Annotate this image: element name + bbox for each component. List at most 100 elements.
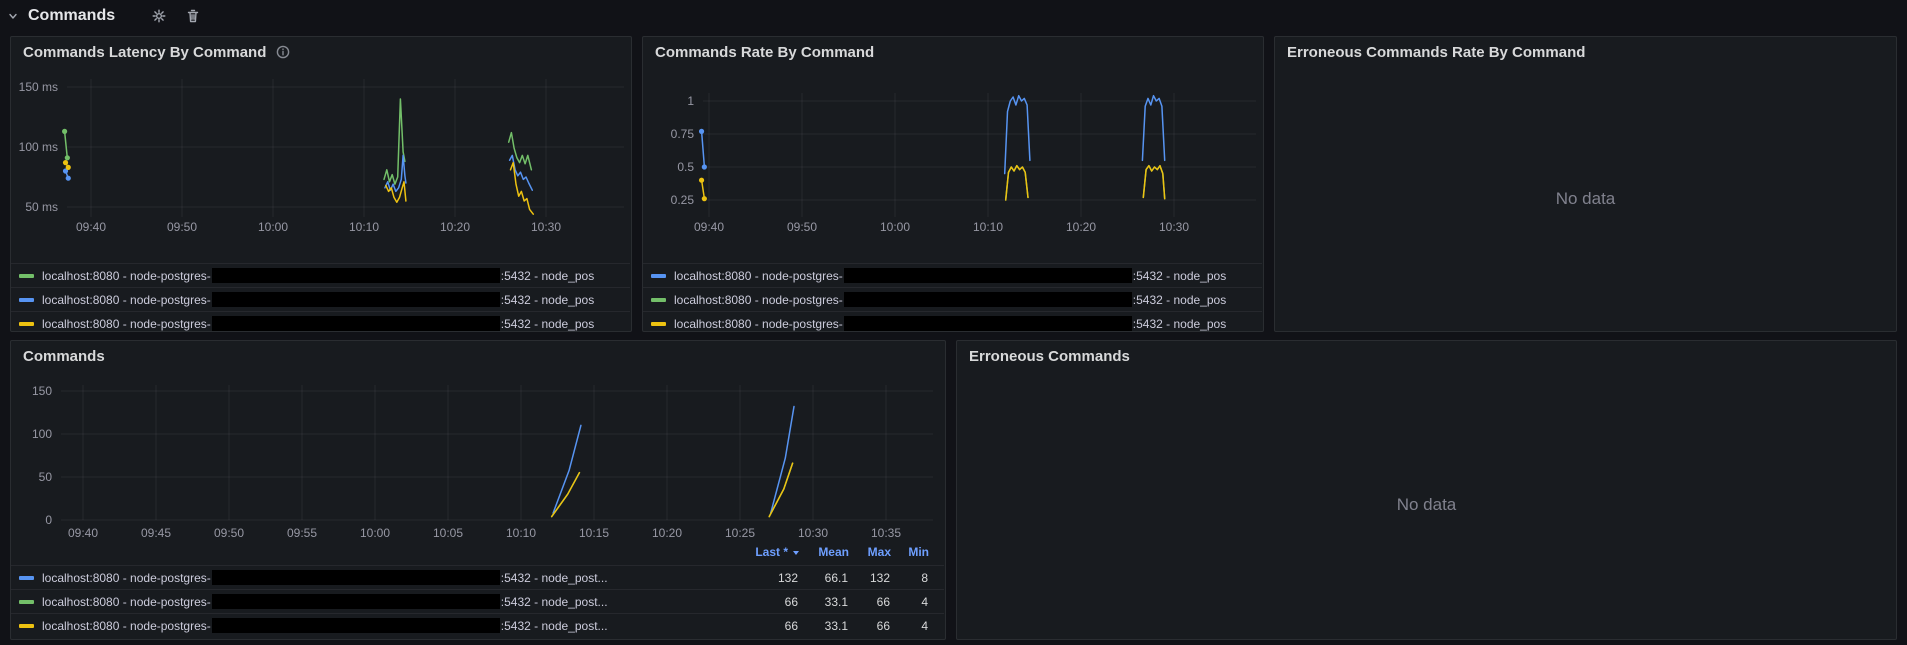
- legend-label-prefix: localhost:8080 - node-postgres-: [42, 292, 211, 307]
- redacted-text: [211, 316, 500, 331]
- redacted-text: [211, 594, 500, 609]
- svg-text:09:40: 09:40: [76, 220, 106, 234]
- redacted-text: [843, 268, 1132, 283]
- stat-min: 4: [921, 594, 928, 609]
- legend: localhost:8080 - node-postgres- :5432 - n…: [11, 565, 944, 637]
- svg-text:10:00: 10:00: [360, 526, 390, 540]
- legend-label-prefix: localhost:8080 - node-postgres-: [42, 618, 211, 633]
- stat-mean: 33.1: [824, 618, 848, 633]
- svg-text:10:20: 10:20: [440, 220, 470, 234]
- series-color-dash: [651, 321, 666, 326]
- legend-item[interactable]: localhost:8080 - node-postgres-:5432 - n…: [643, 263, 1262, 287]
- svg-text:150 ms: 150 ms: [19, 80, 58, 94]
- series-color-dash: [651, 297, 666, 302]
- column-header-min[interactable]: Min: [891, 545, 929, 559]
- svg-text:10:10: 10:10: [506, 526, 536, 540]
- legend-stats: 132 66.1 132 8: [734, 571, 936, 585]
- column-header-last[interactable]: Last *: [735, 545, 799, 559]
- legend-item[interactable]: localhost:8080 - node-postgres- :5432 - n…: [643, 311, 1262, 335]
- stat-mean: 66.1: [824, 570, 848, 585]
- trash-icon[interactable]: [185, 8, 201, 24]
- legend-label-suffix: :5432 - node_pos: [500, 316, 595, 331]
- column-header-mean[interactable]: Mean: [799, 545, 849, 559]
- legend-item[interactable]: localhost:8080 - node-postgres-:5432 - n…: [11, 613, 944, 637]
- panel-title[interactable]: Commands Latency By Command: [11, 37, 631, 67]
- latency-chart[interactable]: 09:40 09:50 10:00 10:10 10:20 10:30 150 ms 100 …: [11, 37, 633, 247]
- svg-text:10:00: 10:00: [880, 220, 910, 234]
- legend: localhost:8080 - node-postgres- :5432 - n…: [643, 263, 1262, 335]
- legend-label-prefix: localhost:8080 - node-postgres-: [42, 594, 211, 609]
- legend-label-suffix: :5432 - node_pos: [1132, 292, 1227, 307]
- svg-text:10:25: 10:25: [725, 526, 755, 540]
- legend-label-prefix: localhost:8080 - node-postgres-: [674, 316, 843, 331]
- legend-label-suffix: :5432 - node_post...: [500, 570, 608, 585]
- svg-text:10:20: 10:20: [652, 526, 682, 540]
- info-circle-icon[interactable]: [276, 45, 290, 59]
- legend-stats: 66 33.1 66 4: [734, 595, 936, 609]
- dashboard-row-header[interactable]: Commands: [6, 2, 201, 30]
- legend-label-prefix: localhost:8080 - node-postgres-: [42, 316, 211, 331]
- panel-commands-latency: Commands Latency By Command 09:40 09:50 10…: [10, 36, 632, 332]
- redacted-text: [211, 268, 500, 283]
- svg-text:09:50: 09:50: [167, 220, 197, 234]
- panel-title[interactable]: Commands: [11, 341, 945, 371]
- svg-text:09:40: 09:40: [694, 220, 724, 234]
- chevron-down-icon[interactable]: [6, 9, 20, 23]
- panel-title[interactable]: Erroneous Commands: [957, 341, 1896, 371]
- series-color-dash: [19, 575, 34, 580]
- redacted-text: [211, 570, 500, 585]
- rate-chart[interactable]: 09:40 09:50 10:00 10:10 10:20 10:30 1 0.75 0.5 0.…: [643, 37, 1265, 247]
- legend-label-suffix: :5432 - node_pos: [1132, 316, 1227, 331]
- svg-text:10:35: 10:35: [871, 526, 901, 540]
- svg-text:100: 100: [32, 427, 52, 441]
- series-color-dash: [19, 321, 34, 326]
- legend-label-prefix: localhost:8080 - node-postgres-: [674, 268, 843, 283]
- svg-text:150: 150: [32, 384, 52, 398]
- legend-item[interactable]: localhost:8080 - node-postgres- :5432 - n…: [11, 311, 630, 335]
- redacted-text: [211, 618, 500, 633]
- stat-max: 132: [869, 570, 890, 585]
- svg-text:10:15: 10:15: [579, 526, 609, 540]
- commands-chart[interactable]: 09:40 09:45 09:50 09:55 10:00 10:05 10:10 10:15…: [11, 341, 947, 547]
- no-data-message: No data: [1396, 495, 1457, 514]
- legend-label-prefix: localhost:8080 - node-postgres-: [42, 268, 211, 283]
- panel-title[interactable]: Commands Rate By Command: [643, 37, 1263, 67]
- svg-text:10:10: 10:10: [973, 220, 1003, 234]
- series-color-dash: [19, 297, 34, 302]
- svg-text:50: 50: [39, 470, 53, 484]
- legend-label-prefix: localhost:8080 - node-postgres-: [42, 570, 211, 585]
- redacted-text: [211, 292, 500, 307]
- svg-text:09:40: 09:40: [68, 526, 98, 540]
- svg-text:10:20: 10:20: [1066, 220, 1096, 234]
- series-color-dash: [19, 599, 34, 604]
- svg-text:100 ms: 100 ms: [19, 140, 58, 154]
- legend-item[interactable]: localhost:8080 - node-postgres-:5432 - n…: [11, 287, 630, 311]
- legend-item[interactable]: localhost:8080 - node-postgres- :5432 - n…: [11, 565, 944, 589]
- svg-text:10:00: 10:00: [258, 220, 288, 234]
- panel-commands-rate: Commands Rate By Command 09:40 09:50 10:00…: [642, 36, 1264, 332]
- legend-label-suffix: :5432 - node_post...: [500, 594, 608, 609]
- svg-text:09:50: 09:50: [787, 220, 817, 234]
- row-title[interactable]: Commands: [28, 7, 115, 25]
- svg-text:1: 1: [687, 94, 694, 108]
- stat-last: 66: [784, 594, 798, 609]
- stat-min: 8: [921, 570, 928, 585]
- legend-item[interactable]: localhost:8080 - node-postgres- :5432 - n…: [11, 589, 944, 613]
- grafana-dashboard: Commands Commands Latency By Command 09:…: [0, 0, 1907, 645]
- stat-max: 66: [876, 618, 890, 633]
- legend-table-header: Last * Mean Max Min: [735, 545, 929, 559]
- redacted-text: [843, 292, 1132, 307]
- legend-label-prefix: localhost:8080 - node-postgres-: [674, 292, 843, 307]
- redacted-text: [843, 316, 1132, 331]
- panel-title[interactable]: Erroneous Commands Rate By Command: [1275, 37, 1896, 67]
- legend-item[interactable]: localhost:8080 - node-postgres- :5432 - n…: [643, 287, 1262, 311]
- svg-text:09:50: 09:50: [214, 526, 244, 540]
- panel-commands: Commands 09:40 09:45 09:50 09:55 10:00 10:05 1…: [10, 340, 946, 640]
- legend-item[interactable]: localhost:8080 - node-postgres-:5432 - n…: [11, 263, 630, 287]
- stat-last: 132: [777, 570, 798, 585]
- svg-text:10:30: 10:30: [531, 220, 561, 234]
- legend: localhost:8080 - node-postgres- :5432 - n…: [11, 263, 630, 335]
- column-header-max[interactable]: Max: [849, 545, 891, 559]
- stat-last: 66: [784, 618, 798, 633]
- gear-icon[interactable]: [151, 8, 167, 24]
